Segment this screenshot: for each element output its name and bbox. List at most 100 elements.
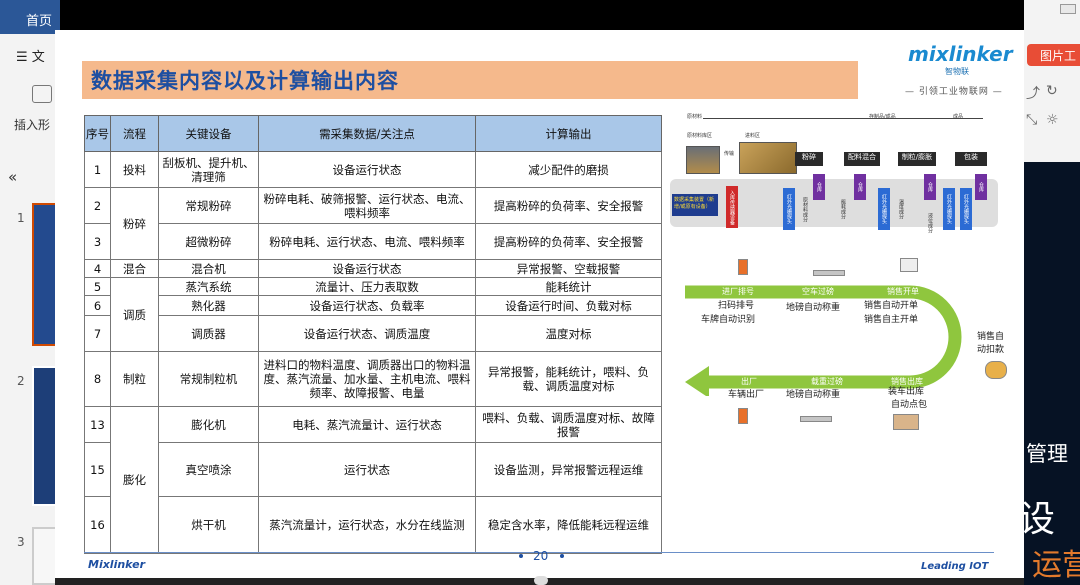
insert-shape-icon[interactable] [32, 85, 52, 103]
step-label: 载重过磅 [811, 377, 843, 386]
table-row: 8 制粒 常规制粒机 进料口的物料温度、调质器出口的物料温度、蒸汽流量、加水量、… [84, 351, 662, 407]
dark-slide-preview: 管理 设 运营 [1019, 162, 1080, 585]
header-cell: 关键设备 [158, 115, 259, 152]
blue-tag: 红外光栅探头 [878, 188, 890, 230]
top-strip [60, 0, 1024, 30]
cell-data: 设备运行状态 [258, 259, 476, 278]
cell-data: 电耗、蒸汽流量计、运行状态 [258, 406, 476, 443]
cell-no: 1 [84, 151, 111, 188]
cell-device: 调质器 [158, 315, 259, 352]
purple-tag: 仓库 [924, 174, 936, 200]
step-desc: 地磅自动称重 [786, 390, 841, 400]
step-label: 进厂排号 [722, 287, 754, 296]
blue-tag: 红外光栅探头 [783, 188, 795, 230]
cell-no: 6 [84, 295, 111, 316]
step-desc: 销售自动开单 [864, 301, 919, 311]
cell-device: 刮板机、提升机、清理筛 [158, 151, 259, 188]
table-row: 15 真空喷涂 运行状态 设备监测，异常报警远程运维 [84, 442, 662, 497]
money-bag-icon [985, 361, 1007, 379]
cell-output: 喂料、负载、调质温度对标、故障报警 [475, 406, 662, 443]
cell-data: 粉碎电耗、运行状态、电流、喂料频率 [258, 223, 476, 260]
blue-tag: 红外光栅探头 [943, 188, 955, 230]
table-row: 7 调质器 设备运行状态、调质温度 温度对标 [84, 315, 662, 352]
cell-process: 粉碎 [110, 187, 159, 260]
slide-title: 数据采集内容以及计算输出内容 [91, 69, 399, 93]
left-panel: 首页 ☰ 文 插入形 « 1 2 3 [0, 0, 60, 585]
table-row: 3 超微粉碎 粉碎电耗、运行状态、电流、喂料频率 提高粉碎的负荷率、安全报警 [84, 223, 662, 260]
table-row: 1 投料 刮板机、提升机、清理筛 设备运行状态 减少配件的磨损 [84, 151, 662, 188]
purple-tag: 仓库 [975, 174, 987, 200]
picture-tools-tab[interactable]: 图片工 [1027, 44, 1080, 66]
file-menu[interactable]: ☰ 文 [16, 46, 45, 65]
flow-label: 进料区 [745, 133, 761, 139]
cell-data: 进料口的物料温度、调质器出口的物料温度、蒸汽流量、加水量、主机电流、喂料频率、故… [258, 351, 476, 407]
blue-tag: 红外光栅探头 [960, 188, 972, 230]
cell-process: 调质 [110, 277, 159, 352]
brightness-icon[interactable]: ☼ [1046, 112, 1059, 128]
cell-no: 16 [84, 496, 111, 554]
note-text: 能耗成分 [840, 199, 846, 219]
scroll-handle[interactable] [534, 576, 548, 585]
cell-data: 设备运行状态 [258, 151, 476, 188]
process-box: 粉碎 [795, 152, 823, 166]
process-box: 配料混合 [844, 152, 880, 166]
page-dot [519, 554, 523, 558]
flow-label: 原材料 [687, 114, 703, 120]
cell-output: 能耗统计 [475, 277, 662, 296]
preview-text: 运营 [1032, 548, 1080, 583]
note-text: 液位成分 [927, 213, 933, 233]
arrows-icon[interactable]: ⤡ [1026, 112, 1037, 128]
step-desc: 装车出库 [888, 387, 925, 397]
data-table: 序号 流程 关键设备 需采集数据/关注点 计算输出 1 投料 刮板机、提升机、清… [84, 115, 662, 554]
cell-output: 设备运行时间、负载对标 [475, 295, 662, 316]
cell-no: 5 [84, 277, 111, 296]
window-icon[interactable] [1060, 4, 1076, 14]
home-tab[interactable]: 首页 [0, 0, 60, 34]
flow-label: 传输 [724, 151, 735, 157]
cell-device: 膨化机 [158, 406, 259, 443]
cell-process: 投料 [110, 151, 159, 188]
cell-process: 混合 [110, 259, 159, 278]
cell-output: 减少配件的磨损 [475, 151, 662, 188]
sensor-tag: 入库传感器设备 [726, 186, 738, 228]
slogan: — 引领工业物联网 — [905, 87, 1003, 97]
cell-output: 稳定含水率，降低能耗远程运维 [475, 496, 662, 554]
page-dot [560, 554, 564, 558]
logo-subtitle: 智物联 [945, 67, 969, 76]
refresh-icon[interactable]: ↻ [1046, 83, 1058, 99]
chevron-double-left-icon[interactable]: « [8, 168, 17, 186]
purple-tag: 仓库 [813, 174, 825, 200]
cell-process: 膨化 [110, 406, 159, 554]
cell-no: 7 [84, 315, 111, 352]
slide-number: 3 [17, 535, 25, 549]
cell-device: 熟化器 [158, 295, 259, 316]
rotate-icon[interactable]: ⤴ [1026, 83, 1040, 103]
cell-no: 3 [84, 223, 111, 260]
computer-icon [900, 258, 918, 272]
cell-output: 异常报警，能耗统计，喂料、负载、调质温度对标 [475, 351, 662, 407]
header-cell: 序号 [84, 115, 111, 152]
cell-data: 流量计、压力表取数 [258, 277, 476, 296]
insert-shape-label[interactable]: 插入形 [14, 116, 50, 133]
cell-data: 设备运行状态、负载率 [258, 295, 476, 316]
arrow-head [685, 366, 709, 396]
cell-data: 粉碎电耗、破筛报警、运行状态、电流、喂料频率 [258, 187, 476, 224]
slide-canvas: 数据采集内容以及计算输出内容 mixlinker 智物联 — 引领工业物联网 —… [55, 30, 1024, 578]
warehouse-icon [893, 414, 919, 430]
cell-device: 常规制粒机 [158, 351, 259, 407]
table-row: 2 粉碎 常规粉碎 粉碎电耗、破筛报警、运行状态、电流、喂料频率 提高粉碎的负荷… [84, 187, 662, 260]
cell-device: 常规粉碎 [158, 187, 259, 224]
cell-device: 蒸汽系统 [158, 277, 259, 296]
app-window: 首页 ☰ 文 插入形 « 1 2 3 图片工 ⤴ ↻ ⤡ ☼ 管理 设 运营 数… [0, 0, 1080, 585]
cell-no: 8 [84, 351, 111, 407]
right-panel: 图片工 ⤴ ↻ ⤡ ☼ 管理 设 运营 [1019, 0, 1080, 585]
table-row: 4 混合 混合机 设备运行状态 异常报警、空载报警 [84, 259, 662, 278]
grain-photo [739, 142, 797, 174]
note-text: 原材料成分 [802, 196, 808, 222]
cell-data: 设备运行状态、调质温度 [258, 315, 476, 352]
company-logo: mixlinker [908, 42, 1013, 66]
step-desc: 扫码排号 [718, 301, 755, 311]
table-header: 序号 流程 关键设备 需采集数据/关注点 计算输出 [84, 115, 662, 152]
process-box: 制粒/膨胀 [898, 152, 936, 166]
cell-output: 提高粉碎的负荷率、安全报警 [475, 187, 662, 224]
